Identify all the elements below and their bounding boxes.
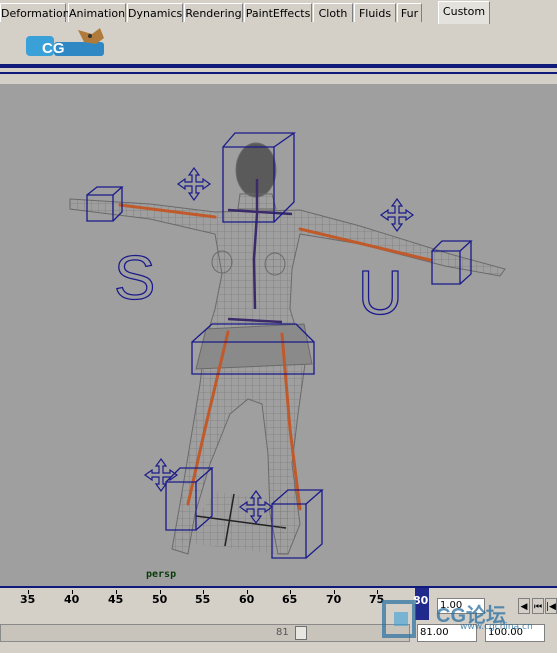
step-back-button[interactable]: ◀ bbox=[518, 598, 530, 614]
u-curve: U bbox=[358, 259, 403, 328]
shelf: CG bbox=[0, 24, 557, 64]
current-frame-label: 80 bbox=[413, 594, 429, 607]
tab-fur[interactable]: Fur bbox=[397, 3, 422, 22]
tick-label: 50 bbox=[152, 593, 168, 606]
perspective-viewport[interactable]: S U persp bbox=[0, 84, 557, 586]
prev-key-button[interactable]: |◀ bbox=[545, 598, 557, 614]
tick-label: 75 bbox=[369, 593, 385, 606]
tab-cloth[interactable]: Cloth bbox=[313, 3, 353, 22]
character-mesh bbox=[69, 142, 506, 555]
tab-custom[interactable]: Custom bbox=[438, 1, 490, 24]
tick-label: 45 bbox=[108, 593, 124, 606]
tab-deformation[interactable]: Deformation bbox=[0, 3, 70, 22]
custom-shelf-icon[interactable]: CG bbox=[0, 24, 120, 64]
camera-label: persp bbox=[146, 569, 177, 580]
go-to-start-button[interactable]: ⏮ bbox=[532, 598, 544, 614]
tick-label: 65 bbox=[282, 593, 298, 606]
tab-painteffects[interactable]: PaintEffects bbox=[244, 3, 312, 22]
tick-label: 35 bbox=[20, 593, 36, 606]
time-slider[interactable]: 35 40 45 50 55 60 65 70 75 80 1.00 ◀ ⏮ |… bbox=[0, 586, 557, 620]
tick-label: 40 bbox=[64, 593, 80, 606]
viewport-toolbar-band bbox=[0, 68, 557, 84]
range-thumb[interactable] bbox=[295, 626, 307, 640]
svg-text:CG: CG bbox=[42, 40, 65, 57]
range-bar[interactable] bbox=[0, 624, 410, 642]
tab-animation[interactable]: Animation bbox=[68, 3, 126, 22]
tab-dynamics[interactable]: Dynamics bbox=[127, 3, 183, 22]
current-time-field[interactable]: 1.00 bbox=[437, 598, 485, 614]
shelf-tabs: Deformation Animation Dynamics Rendering… bbox=[0, 0, 557, 24]
range-slider[interactable]: 81 81.00 100.00 bbox=[0, 620, 557, 649]
s-curve: S bbox=[114, 244, 155, 313]
scene-rig: S U bbox=[69, 132, 506, 559]
range-frame-label: 81 bbox=[276, 627, 289, 638]
tick-label: 60 bbox=[239, 593, 255, 606]
start-time-field[interactable]: 81.00 bbox=[417, 624, 477, 642]
tick-label: 70 bbox=[326, 593, 342, 606]
tab-fluids[interactable]: Fluids bbox=[354, 3, 396, 22]
tick-label: 55 bbox=[195, 593, 211, 606]
tab-rendering[interactable]: Rendering bbox=[184, 3, 243, 22]
end-time-field[interactable]: 100.00 bbox=[485, 624, 545, 642]
